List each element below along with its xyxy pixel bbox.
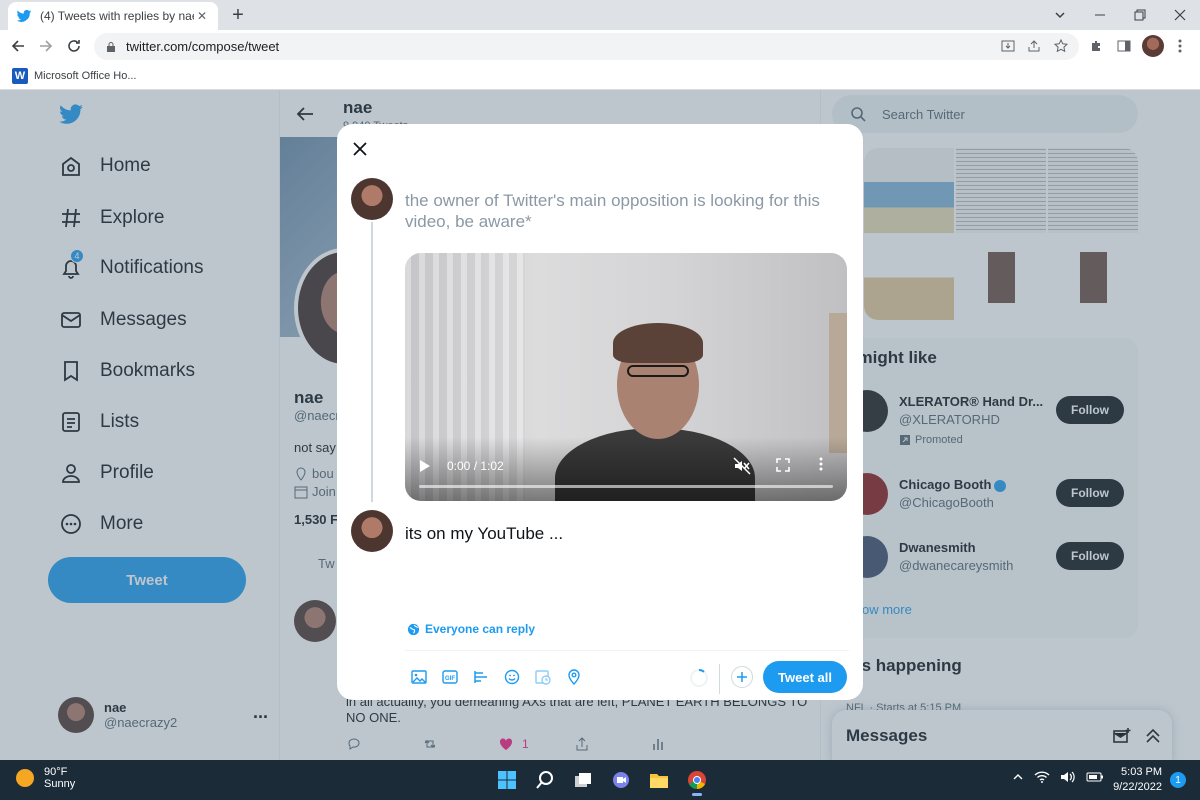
minimize-icon[interactable] bbox=[1080, 0, 1120, 30]
install-app-icon[interactable] bbox=[996, 34, 1020, 58]
wifi-icon[interactable] bbox=[1034, 770, 1050, 784]
side-panel-icon[interactable] bbox=[1112, 34, 1136, 58]
reply-settings-label: Everyone can reply bbox=[425, 622, 536, 636]
fullscreen-icon[interactable] bbox=[775, 457, 791, 473]
twitter-page: Home Explore 4 Notifications Messages Bo… bbox=[0, 90, 1200, 760]
mute-icon[interactable] bbox=[733, 457, 751, 475]
schedule-icon[interactable] bbox=[527, 662, 558, 692]
tray-chevron-up-icon[interactable] bbox=[1012, 771, 1024, 783]
url-text: twitter.com/compose/tweet bbox=[126, 39, 280, 54]
task-view-icon[interactable] bbox=[564, 764, 602, 796]
compose-dialog: the owner of Twitter's main opposition i… bbox=[337, 124, 863, 700]
tab-title: (4) Tweets with replies by nae (@ bbox=[40, 9, 194, 23]
clock-time: 5:03 PM bbox=[1121, 766, 1162, 778]
compose-toolbar: GIF bbox=[403, 662, 589, 692]
start-menu-icon[interactable] bbox=[488, 764, 526, 796]
svg-text:GIF: GIF bbox=[445, 676, 455, 682]
close-window-icon[interactable] bbox=[1160, 0, 1200, 30]
thread-line bbox=[371, 222, 373, 502]
sun-icon bbox=[16, 769, 34, 787]
browser-tab[interactable]: (4) Tweets with replies by nae (@ ✕ bbox=[8, 2, 218, 30]
video-scene bbox=[613, 323, 703, 363]
browser-tab-strip: (4) Tweets with replies by nae (@ ✕ + bbox=[0, 0, 1200, 30]
tweet-all-button[interactable]: Tweet all bbox=[763, 661, 847, 693]
thread-tweet-2-text[interactable]: its on my YouTube ... bbox=[405, 524, 563, 544]
reload-icon[interactable] bbox=[62, 34, 86, 58]
new-tab-icon[interactable]: + bbox=[228, 4, 248, 26]
gif-icon[interactable]: GIF bbox=[434, 662, 465, 692]
thread-tweet-1-text[interactable]: the owner of Twitter's main opposition i… bbox=[405, 190, 853, 232]
weather-widget[interactable]: 90°F Sunny bbox=[16, 766, 75, 790]
reply-settings[interactable]: Everyone can reply bbox=[407, 622, 535, 636]
compose-avatar bbox=[351, 510, 393, 552]
twitter-favicon-icon bbox=[16, 9, 32, 22]
battery-icon[interactable] bbox=[1086, 771, 1104, 783]
volume-icon[interactable] bbox=[1060, 770, 1076, 784]
browser-toolbar: twitter.com/compose/tweet bbox=[0, 30, 1200, 62]
bookmarks-bar: W Microsoft Office Ho... bbox=[0, 62, 1200, 90]
chrome-menu-icon[interactable] bbox=[1168, 34, 1192, 58]
word-icon: W bbox=[12, 67, 28, 84]
media-icon[interactable] bbox=[403, 662, 434, 692]
globe-icon bbox=[407, 623, 420, 635]
poll-icon[interactable] bbox=[465, 662, 496, 692]
toolbar-separator bbox=[719, 664, 720, 694]
lock-icon bbox=[107, 41, 115, 52]
compose-divider bbox=[405, 650, 849, 651]
video-attachment[interactable]: 0:00 / 1:02 bbox=[405, 253, 847, 501]
forward-icon[interactable] bbox=[34, 34, 58, 58]
chrome-profile-avatar[interactable] bbox=[1142, 35, 1164, 57]
tab-search-chevron-icon[interactable] bbox=[1040, 0, 1080, 30]
emoji-icon[interactable] bbox=[496, 662, 527, 692]
chrome-taskbar-icon[interactable] bbox=[678, 764, 716, 796]
system-clock[interactable]: 5:03 PM 9/22/2022 bbox=[1110, 765, 1162, 795]
back-icon[interactable] bbox=[6, 34, 30, 58]
play-icon[interactable] bbox=[419, 459, 431, 473]
add-tweet-icon[interactable] bbox=[731, 666, 753, 688]
compose-avatar bbox=[351, 178, 393, 220]
video-more-icon[interactable] bbox=[819, 457, 823, 471]
system-tray bbox=[1012, 770, 1104, 784]
taskbar-apps bbox=[488, 764, 716, 796]
restore-icon[interactable] bbox=[1120, 0, 1160, 30]
video-progress-track[interactable] bbox=[419, 485, 833, 488]
file-explorer-icon[interactable] bbox=[640, 764, 678, 796]
search-taskbar-icon[interactable] bbox=[526, 764, 564, 796]
bookmark-office[interactable]: Microsoft Office Ho... bbox=[34, 70, 137, 82]
character-counter-icon bbox=[690, 669, 708, 687]
video-controls: 0:00 / 1:02 bbox=[405, 437, 847, 501]
notification-center-badge[interactable]: 1 bbox=[1170, 772, 1186, 788]
extensions-icon[interactable] bbox=[1084, 34, 1108, 58]
windows-taskbar: 90°F Sunny 5:03 PM 9/22/2022 1 bbox=[0, 760, 1200, 800]
video-scene bbox=[829, 313, 847, 453]
video-scene bbox=[627, 365, 689, 377]
tab-close-icon[interactable]: ✕ bbox=[194, 9, 210, 23]
address-bar[interactable]: twitter.com/compose/tweet bbox=[94, 33, 1079, 60]
teams-chat-icon[interactable] bbox=[602, 764, 640, 796]
clock-date: 9/22/2022 bbox=[1113, 781, 1162, 793]
weather-condition: Sunny bbox=[44, 778, 76, 790]
location-icon[interactable] bbox=[558, 662, 589, 692]
share-icon[interactable] bbox=[1022, 34, 1046, 58]
video-time: 0:00 / 1:02 bbox=[447, 459, 504, 473]
weather-temp: 90°F bbox=[44, 766, 68, 778]
close-icon[interactable] bbox=[347, 136, 373, 162]
bookmark-star-icon[interactable] bbox=[1049, 34, 1073, 58]
